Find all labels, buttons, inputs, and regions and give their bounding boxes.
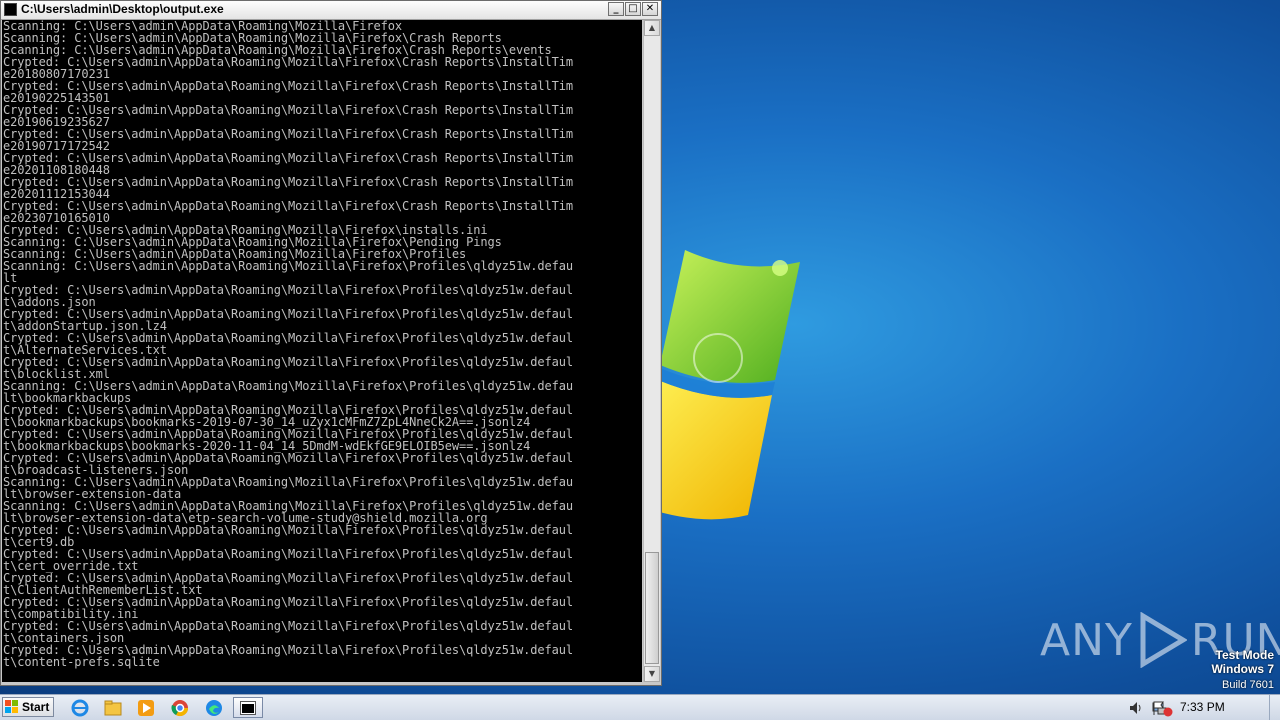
build-label: Build 7601 — [1222, 679, 1274, 691]
test-mode-label: Test Mode — [1215, 648, 1274, 662]
console-line: t\content-prefs.sqlite — [3, 655, 160, 669]
edge-icon[interactable] — [203, 698, 225, 718]
scroll-up-button[interactable]: ▲ — [644, 20, 660, 36]
show-desktop-button[interactable] — [1269, 695, 1280, 720]
taskbar-clock[interactable]: 7:33 PM — [1180, 700, 1225, 714]
console-line: Crypted: C:\Users\admin\AppData\Roaming\… — [3, 523, 573, 537]
windows-flag-icon — [5, 700, 18, 713]
console-line: Crypted: C:\Users\admin\AppData\Roaming\… — [3, 283, 573, 297]
scroll-thumb[interactable] — [645, 552, 659, 664]
window-title: C:\Users\admin\Desktop\output.exe — [21, 2, 224, 16]
console-lines: Scanning: C:\Users\admin\AppData\Roaming… — [2, 20, 642, 668]
chrome-icon[interactable] — [169, 698, 191, 718]
console-line: Scanning: C:\Users\admin\AppData\Roaming… — [3, 259, 573, 273]
minimize-button[interactable]: _ — [608, 2, 624, 16]
console-window[interactable]: C:\Users\admin\Desktop\output.exe _ □ ✕ … — [0, 0, 662, 686]
watermark-text-any: ANY — [1040, 614, 1133, 666]
console-output[interactable]: Scanning: C:\Users\admin\AppData\Roaming… — [2, 20, 642, 682]
vertical-scrollbar[interactable]: ▲ ▼ — [643, 20, 660, 682]
console-taskbar-button[interactable] — [233, 697, 263, 718]
title-bar[interactable]: C:\Users\admin\Desktop\output.exe _ □ ✕ — [1, 1, 661, 20]
explorer-icon[interactable] — [102, 698, 124, 718]
start-button[interactable]: Start — [2, 697, 54, 717]
scroll-down-button[interactable]: ▼ — [644, 666, 660, 682]
console-app-icon — [4, 3, 17, 16]
maximize-button[interactable]: □ — [625, 2, 641, 16]
ie-icon[interactable] — [69, 698, 91, 718]
volume-icon[interactable] — [1128, 700, 1144, 716]
close-button[interactable]: ✕ — [642, 2, 658, 16]
test-mode-notice: Test Mode Windows 7 Build 7601 — [1211, 648, 1274, 692]
play-triangle-icon — [1140, 612, 1187, 668]
console-icon — [240, 700, 256, 715]
action-center-flag-icon[interactable] — [1150, 700, 1166, 716]
taskbar: Start 7:33 PM — [0, 694, 1280, 720]
os-name-label: Windows 7 — [1211, 662, 1274, 676]
start-label: Start — [22, 700, 50, 714]
media-player-icon[interactable] — [135, 698, 157, 718]
